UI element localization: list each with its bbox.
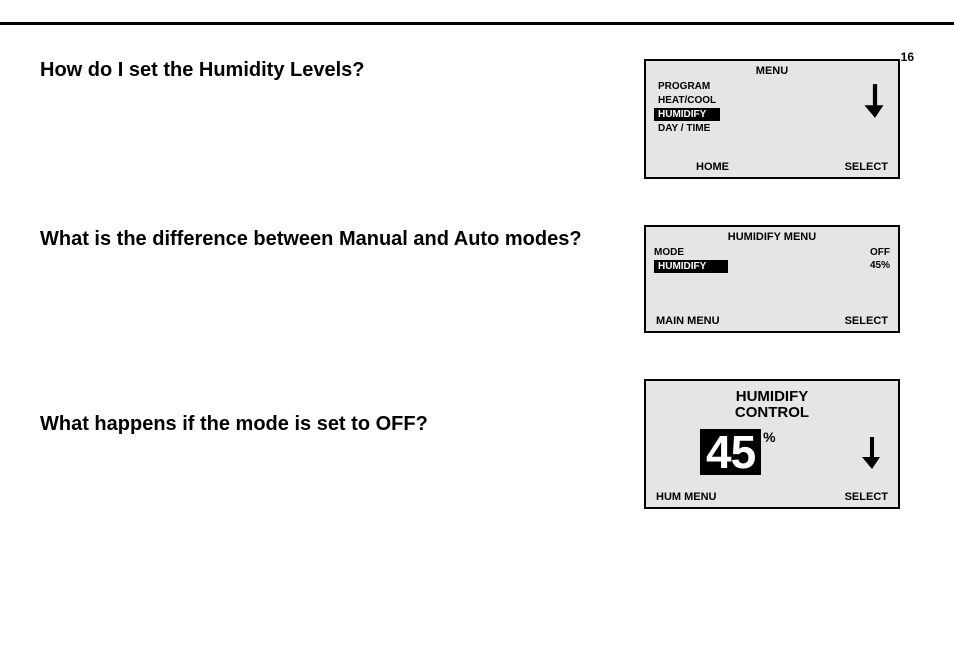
humidity-value-display: 45 % [700,429,776,475]
screen-humidify-menu: HUMIDIFY MENU MODE OFF HUMIDIFY 45% MAIN… [644,225,900,333]
screen3-title: HUMIDIFY CONTROL [654,389,890,421]
screen1-footer: HOME SELECT [654,161,890,173]
screen1-menu-list: PROGRAM HEAT/COOL HUMIDIFY DAY / TIME [654,80,720,135]
screen3-title-line1: HUMIDIFY [736,388,809,405]
menu-item-program[interactable]: PROGRAM [654,80,720,93]
humidify-selected[interactable]: HUMIDIFY [654,260,728,273]
questions-column: How do I set the Humidity Levels? What i… [40,59,620,509]
down-arrow-icon[interactable] [860,433,884,473]
screen2-row-mode: MODE OFF [654,247,890,258]
humidity-value: 45 [700,429,761,475]
down-arrow-icon[interactable] [862,82,888,120]
screen1-body: PROGRAM HEAT/COOL HUMIDIFY DAY / TIME [654,80,890,153]
mode-value: OFF [870,247,890,258]
screen-menu: MENU PROGRAM HEAT/COOL HUMIDIFY DAY / TI… [644,59,900,179]
screen2-body: MODE OFF HUMIDIFY 45% [654,247,890,307]
screen3-footer: HUM MENU SELECT [654,491,890,503]
screen2-row-humidify: HUMIDIFY 45% [654,260,890,273]
question-1: How do I set the Humidity Levels? [40,59,620,82]
screen3-title-line2: CONTROL [735,404,809,421]
question-3: What happens if the mode is set to OFF? [40,413,620,436]
screen1-home-button[interactable]: HOME [656,161,729,173]
question-2: What is the difference between Manual an… [40,228,620,251]
page-number: 16 [901,50,914,64]
screen-humidify-control: HUMIDIFY CONTROL 45 % HUM MENU SELECT [644,379,900,509]
screen1-select-button[interactable]: SELECT [845,161,888,173]
screen3-body: 45 % [654,421,890,484]
content-grid: How do I set the Humidity Levels? What i… [40,59,914,509]
page-body: How do I set the Humidity Levels? What i… [0,22,954,529]
screen2-mainmenu-button[interactable]: MAIN MENU [656,315,720,327]
percent-unit: % [763,429,775,445]
screen2-title: HUMIDIFY MENU [654,231,890,243]
screen2-select-button[interactable]: SELECT [845,315,888,327]
screens-column: MENU PROGRAM HEAT/COOL HUMIDIFY DAY / TI… [644,59,914,509]
menu-item-heatcool[interactable]: HEAT/COOL [654,94,720,107]
screen1-title: MENU [654,65,890,77]
mode-label: MODE [654,247,684,258]
menu-item-daytime[interactable]: DAY / TIME [654,122,720,135]
humidify-value: 45% [870,260,890,273]
screen3-select-button[interactable]: SELECT [845,491,888,503]
screen3-hummenu-button[interactable]: HUM MENU [656,491,717,503]
menu-item-humidify[interactable]: HUMIDIFY [654,108,720,121]
screen2-footer: MAIN MENU SELECT [654,315,890,327]
